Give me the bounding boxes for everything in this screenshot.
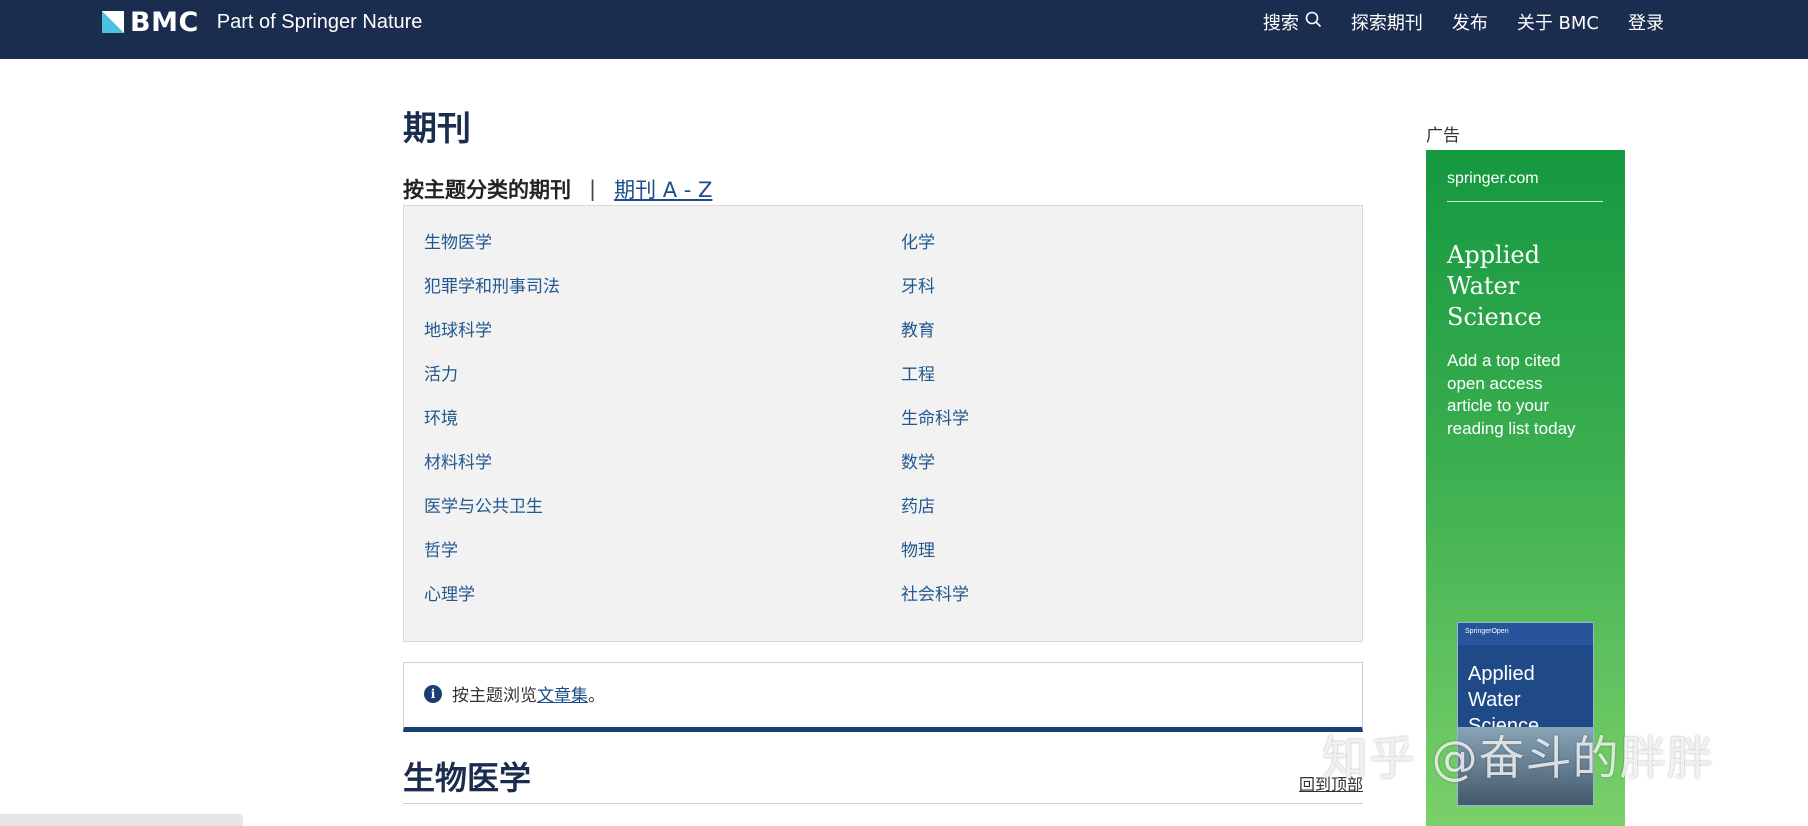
subject-link[interactable]: 活力 xyxy=(424,360,560,404)
status-bar-stub xyxy=(0,814,243,826)
ad-divider xyxy=(1447,201,1603,202)
subject-link[interactable]: 数学 xyxy=(901,448,969,492)
subject-column-left: 生物医学 犯罪学和刑事司法 地球科学 活力 环境 材料科学 医学与公共卫生 哲学… xyxy=(424,228,560,624)
subject-link[interactable]: 医学与公共卫生 xyxy=(424,492,560,536)
cover-header: SpringerOpen xyxy=(1458,623,1593,645)
section-divider xyxy=(403,803,1363,804)
subject-link[interactable]: 犯罪学和刑事司法 xyxy=(424,272,560,316)
cover-publisher: SpringerOpen xyxy=(1465,628,1509,635)
notice-content: i 按主题浏览 文章集 。 xyxy=(424,681,605,706)
journals-subnav: 按主题分类的期刊 | 期刊 A - Z xyxy=(403,174,712,204)
subnav-separator: | xyxy=(589,177,597,201)
bmc-logo-icon xyxy=(102,11,124,33)
nav-publish[interactable]: 发布 xyxy=(1452,9,1488,35)
watermark: 知乎 @奋斗的胖胖 xyxy=(1322,731,1714,785)
subject-link[interactable]: 牙科 xyxy=(901,272,969,316)
subject-link[interactable]: 地球科学 xyxy=(424,316,560,360)
nav-search[interactable]: 搜索 xyxy=(1263,9,1322,35)
subject-link[interactable]: 教育 xyxy=(901,316,969,360)
subject-link[interactable]: 材料科学 xyxy=(424,448,560,492)
subject-column-right: 化学 牙科 教育 工程 生命科学 数学 药店 物理 社会科学 xyxy=(901,228,969,624)
subject-link[interactable]: 化学 xyxy=(901,228,969,272)
logo-text: BMC xyxy=(130,6,199,38)
subject-link[interactable]: 心理学 xyxy=(424,580,560,624)
browse-collections-notice: i 按主题浏览 文章集 。 xyxy=(403,662,1363,732)
subject-list-panel: 生物医学 犯罪学和刑事司法 地球科学 活力 环境 材料科学 医学与公共卫生 哲学… xyxy=(403,205,1363,642)
notice-text: 按主题浏览 xyxy=(452,686,537,706)
logo-subtitle: Part of Springer Nature xyxy=(216,10,423,33)
subject-link[interactable]: 环境 xyxy=(424,404,560,448)
subnav-by-subject: 按主题分类的期刊 xyxy=(403,178,571,202)
page-title: 期刊 xyxy=(403,109,471,149)
subject-link[interactable]: 社会科学 xyxy=(901,580,969,624)
subject-link[interactable]: 药店 xyxy=(901,492,969,536)
main-nav: 搜索 探索期刊 发布 关于 BMC 登录 xyxy=(1263,9,1664,35)
subject-link[interactable]: 生命科学 xyxy=(901,404,969,448)
top-navigation-bar: BMC Part of Springer Nature 搜索 探索期刊 发布 关… xyxy=(0,0,1808,59)
nav-explore-journals[interactable]: 探索期刊 xyxy=(1351,9,1423,35)
nav-about-bmc[interactable]: 关于 BMC xyxy=(1517,9,1599,35)
info-icon: i xyxy=(424,684,442,703)
bmc-logo[interactable]: BMC Part of Springer Nature xyxy=(102,6,423,38)
subnav-a-z-link[interactable]: 期刊 A - Z xyxy=(614,174,712,204)
ad-title: Applied Water Science xyxy=(1447,241,1542,331)
subject-link[interactable]: 生物医学 xyxy=(424,228,560,272)
nav-search-label: 搜索 xyxy=(1262,13,1299,34)
subject-link[interactable]: 物理 xyxy=(901,536,969,580)
collections-link[interactable]: 文章集 xyxy=(537,681,588,706)
nav-login[interactable]: 登录 xyxy=(1628,9,1664,35)
ad-url: springer.com xyxy=(1447,170,1539,187)
subject-link[interactable]: 哲学 xyxy=(424,536,560,580)
ad-label: 广告 xyxy=(1426,126,1460,146)
subject-link[interactable]: 工程 xyxy=(901,360,969,404)
notice-suffix: 。 xyxy=(588,686,605,706)
ad-text: Add a top cited open access article to y… xyxy=(1447,351,1576,438)
section-title-biomedicine: 生物医学 xyxy=(403,759,532,797)
search-icon xyxy=(1305,11,1322,33)
